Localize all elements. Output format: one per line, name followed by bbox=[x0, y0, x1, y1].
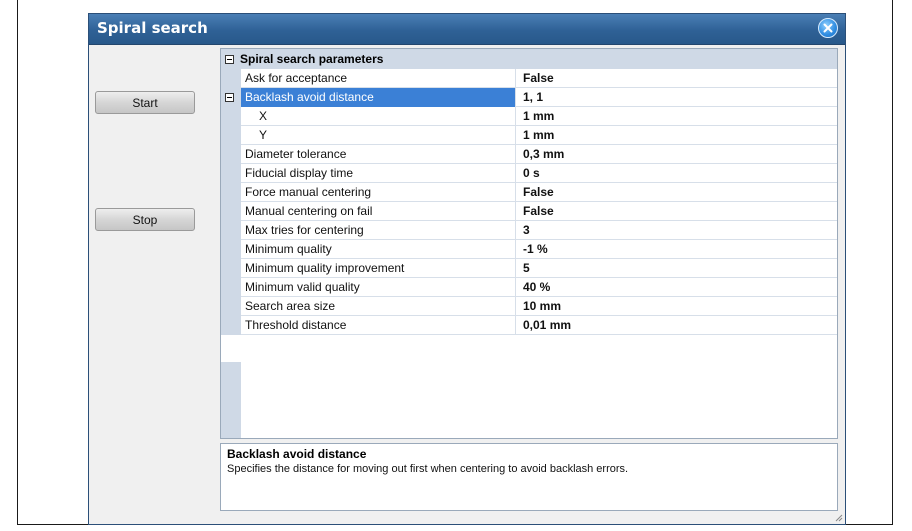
property-value[interactable]: -1 % bbox=[523, 240, 548, 259]
property-value[interactable]: 1 mm bbox=[523, 126, 554, 145]
row-margin bbox=[221, 221, 241, 240]
row-margin bbox=[221, 126, 241, 145]
property-row[interactable]: Minimum quality -1 % bbox=[221, 240, 837, 259]
row-margin bbox=[221, 240, 241, 259]
property-grid: Spiral search parameters Ask for accepta… bbox=[220, 48, 838, 439]
property-name[interactable]: Backlash avoid distance bbox=[241, 88, 516, 107]
property-row[interactable]: Max tries for centering 3 bbox=[221, 221, 837, 240]
row-margin bbox=[221, 316, 241, 335]
property-name[interactable]: Y bbox=[241, 126, 516, 145]
property-row[interactable]: Force manual centering False bbox=[221, 183, 837, 202]
property-rows: Ask for acceptance False Backlash avoid di… bbox=[221, 69, 837, 335]
property-row[interactable]: Diameter tolerance 0,3 mm bbox=[221, 145, 837, 164]
property-value[interactable]: 10 mm bbox=[523, 297, 561, 316]
row-margin bbox=[221, 183, 241, 202]
close-icon bbox=[823, 23, 833, 33]
property-row[interactable]: Y 1 mm bbox=[221, 126, 837, 145]
property-value[interactable]: 1 mm bbox=[523, 107, 554, 126]
property-value[interactable]: 5 bbox=[523, 259, 530, 278]
property-name[interactable]: Minimum valid quality bbox=[241, 278, 516, 297]
collapse-icon[interactable] bbox=[225, 54, 234, 64]
property-name[interactable]: Diameter tolerance bbox=[241, 145, 516, 164]
property-value[interactable]: False bbox=[523, 183, 554, 202]
property-row[interactable]: Manual centering on fail False bbox=[221, 202, 837, 221]
property-name[interactable]: Threshold distance bbox=[241, 316, 516, 335]
property-value[interactable]: 3 bbox=[523, 221, 530, 240]
property-row[interactable]: X 1 mm bbox=[221, 107, 837, 126]
title-bar[interactable]: Spiral search bbox=[89, 14, 845, 45]
property-row[interactable]: Ask for acceptance False bbox=[221, 69, 837, 88]
property-name[interactable]: Minimum quality bbox=[241, 240, 516, 259]
description-text: Specifies the distance for moving out fi… bbox=[227, 463, 629, 475]
row-margin bbox=[221, 145, 241, 164]
property-name[interactable]: Ask for acceptance bbox=[241, 69, 516, 88]
property-value[interactable]: 0,01 mm bbox=[523, 316, 571, 335]
property-row[interactable]: Minimum valid quality 40 % bbox=[221, 278, 837, 297]
property-value[interactable]: 0,3 mm bbox=[523, 145, 564, 164]
resize-grip-icon[interactable] bbox=[833, 512, 843, 522]
property-name[interactable]: Minimum quality improvement bbox=[241, 259, 516, 278]
category-row[interactable]: Spiral search parameters bbox=[221, 49, 837, 69]
row-margin bbox=[221, 259, 241, 278]
property-row[interactable]: Search area size 10 mm bbox=[221, 297, 837, 316]
row-margin bbox=[221, 202, 241, 221]
stop-button[interactable]: Stop bbox=[95, 208, 195, 231]
property-value[interactable]: False bbox=[523, 69, 554, 88]
grid-margin bbox=[221, 362, 241, 438]
row-margin bbox=[221, 88, 241, 107]
start-button[interactable]: Start bbox=[95, 91, 195, 114]
property-name[interactable]: Fiducial display time bbox=[241, 164, 516, 183]
property-name[interactable]: Force manual centering bbox=[241, 183, 516, 202]
property-row[interactable]: Fiducial display time 0 s bbox=[221, 164, 837, 183]
property-value[interactable]: 0 s bbox=[523, 164, 540, 183]
close-button[interactable] bbox=[818, 18, 838, 38]
property-name[interactable]: Manual centering on fail bbox=[241, 202, 516, 221]
category-label: Spiral search parameters bbox=[240, 52, 384, 66]
property-row[interactable]: Threshold distance 0,01 mm bbox=[221, 316, 837, 335]
property-name[interactable]: Search area size bbox=[241, 297, 516, 316]
property-row[interactable]: Minimum quality improvement 5 bbox=[221, 259, 837, 278]
property-name[interactable]: Max tries for centering bbox=[241, 221, 516, 240]
property-name[interactable]: X bbox=[241, 107, 516, 126]
property-row[interactable]: Backlash avoid distance 1, 1 bbox=[221, 88, 837, 107]
window-title: Spiral search bbox=[97, 19, 208, 37]
row-margin bbox=[221, 297, 241, 316]
spiral-search-window: Spiral search Start Stop Spiral search p… bbox=[88, 13, 846, 525]
property-value[interactable]: 1, 1 bbox=[523, 88, 543, 107]
row-margin bbox=[221, 164, 241, 183]
property-value[interactable]: False bbox=[523, 202, 554, 221]
row-margin bbox=[221, 278, 241, 297]
property-value[interactable]: 40 % bbox=[523, 278, 550, 297]
description-panel: Backlash avoid distance Specifies the di… bbox=[220, 443, 838, 511]
collapse-icon[interactable] bbox=[225, 93, 234, 102]
row-margin bbox=[221, 107, 241, 126]
row-margin bbox=[221, 69, 241, 88]
description-title: Backlash avoid distance bbox=[227, 447, 367, 461]
